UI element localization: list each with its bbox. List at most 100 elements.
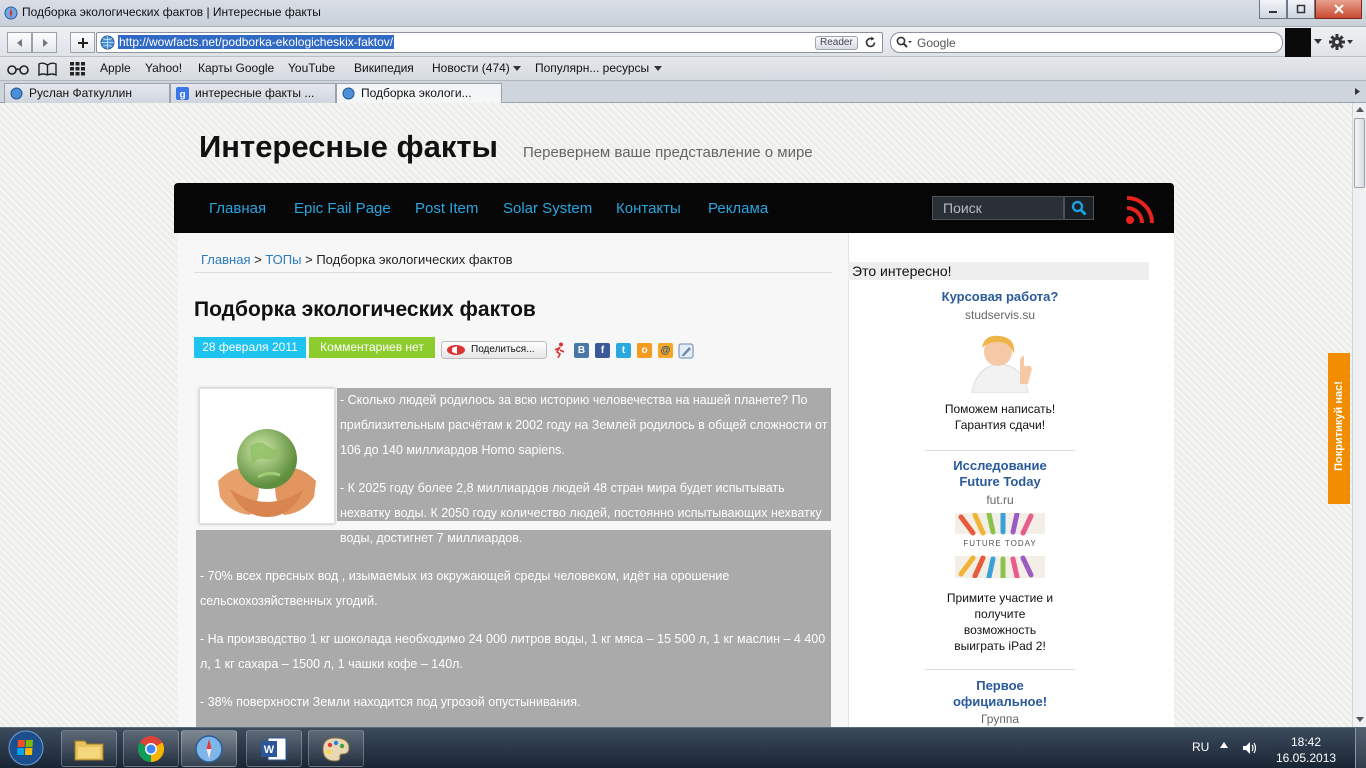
web-search-input[interactable]: Google: [890, 32, 1283, 53]
tab-google-facts[interactable]: g интересные факты ...: [170, 83, 336, 103]
start-button[interactable]: [4, 729, 48, 767]
url-text[interactable]: http://wowfacts.net/podborka-ekologiches…: [118, 35, 395, 49]
site-title[interactable]: Интересные факты: [199, 129, 498, 165]
popular-chevron-down-icon[interactable]: [654, 66, 662, 72]
nav-solar-system[interactable]: Solar System: [503, 200, 592, 217]
ad-title[interactable]: Курсовая работа?: [925, 289, 1075, 305]
comments-count-link[interactable]: Комментариев нет: [309, 337, 435, 358]
post-title: Подборка экологических фактов: [194, 298, 536, 321]
taskbar-explorer[interactable]: [61, 730, 117, 767]
bookmark-wikipedia[interactable]: Википедия: [354, 61, 414, 75]
tray-show-hidden-icon[interactable]: [1220, 742, 1228, 748]
vkontakte-icon[interactable]: B: [574, 343, 589, 358]
maximize-button[interactable]: [1287, 0, 1315, 19]
clock-time[interactable]: 18:42: [1291, 735, 1321, 749]
nav-epic-fail[interactable]: Epic Fail Page: [294, 200, 391, 217]
sidebar-ad-future-today[interactable]: Исследование Future Today fut.ru FUTURE …: [925, 458, 1075, 670]
ad-title[interactable]: Исследование Future Today: [925, 458, 1075, 490]
scroll-down-arrow-icon[interactable]: [1356, 717, 1364, 722]
breadcrumb-section[interactable]: ТОПы: [265, 252, 301, 267]
nav-post-item[interactable]: Post Item: [415, 200, 478, 217]
svg-text:W: W: [264, 744, 275, 756]
page-menu-button[interactable]: [1285, 28, 1311, 57]
bookmark-yahoo[interactable]: Yahoo!: [145, 61, 182, 75]
post-paragraph-part: - К 2025 году более 2,8 миллиардов людей…: [340, 476, 828, 551]
volume-icon[interactable]: [1242, 741, 1258, 755]
globe-icon: [10, 87, 23, 100]
breadcrumb-home[interactable]: Главная: [201, 252, 250, 267]
word-icon: W: [260, 736, 288, 762]
facebook-icon[interactable]: f: [595, 343, 610, 358]
address-bar[interactable]: http://wowfacts.net/podborka-ekologiches…: [96, 32, 883, 53]
feedback-tab-label: Покритикуй нас!: [1333, 381, 1345, 471]
livejournal-pen-icon[interactable]: [678, 343, 694, 359]
settings-gear-icon[interactable]: [1328, 33, 1354, 51]
bookmark-news-folder[interactable]: Новости (474): [432, 61, 510, 75]
sidebar-ad-first-official[interactable]: Первое официальное! Группа: [925, 678, 1075, 727]
twitter-icon[interactable]: t: [616, 343, 631, 358]
tab-active-eco-facts[interactable]: Подборка экологи...: [336, 83, 502, 104]
taskbar-paint[interactable]: [308, 730, 364, 767]
nav-ads[interactable]: Реклама: [708, 200, 768, 217]
breadcrumb-divider: [194, 272, 832, 273]
ad-title[interactable]: Первое официальное!: [925, 678, 1075, 710]
bookmark-youtube[interactable]: YouTube: [288, 61, 335, 75]
minimize-button[interactable]: [1259, 0, 1287, 19]
rss-icon[interactable]: [1125, 195, 1155, 225]
reading-list-icon[interactable]: [7, 63, 29, 75]
breadcrumb: Главная > ТОПы > Подборка экологических …: [201, 252, 513, 267]
window-titlebar: Подборка экологических фактов | Интересн…: [0, 0, 1366, 27]
nav-home[interactable]: Главная: [209, 200, 266, 217]
tab-bar: Руслан Фаткуллин g интересные факты ... …: [0, 81, 1366, 104]
scroll-up-arrow-icon[interactable]: [1356, 107, 1364, 112]
share-label: Поделиться...: [471, 344, 535, 355]
safari-compass-icon: [4, 6, 18, 20]
share-runner-icon[interactable]: [553, 342, 567, 358]
share-megaphone-icon: [446, 344, 466, 356]
site-search-input[interactable]: Поиск: [932, 196, 1064, 220]
mail-ru-icon[interactable]: @: [658, 343, 673, 358]
ad-image-caption: FUTURE TODAY: [963, 539, 1037, 548]
globe-icon: [342, 87, 355, 100]
clock-date[interactable]: 16.05.2013: [1276, 751, 1336, 765]
ad-source: studservis.su: [964, 308, 1036, 322]
tab-label: Подборка экологи...: [361, 86, 472, 100]
share-button[interactable]: Поделиться...: [441, 341, 547, 359]
page-menu-arrow-icon[interactable]: [1314, 39, 1322, 45]
taskbar-word[interactable]: W: [246, 730, 302, 767]
top-sites-grid-icon[interactable]: [70, 62, 85, 76]
tab-label: Руслан Фаткуллин: [29, 86, 132, 100]
sidebar-heading: Это интересно!: [848, 262, 1149, 280]
site-search-button[interactable]: [1064, 196, 1094, 220]
safari-compass-icon: [195, 734, 223, 763]
forward-button[interactable]: [32, 32, 57, 53]
odnoklassniki-icon[interactable]: o: [637, 343, 652, 358]
sidebar-ad-coursework[interactable]: Курсовая работа? studservis.su Поможем н…: [925, 287, 1075, 451]
google-g-icon: g: [176, 87, 189, 100]
close-window-button[interactable]: [1315, 0, 1362, 19]
post-paragraph: - 38% поверхности Земли находится под уг…: [200, 695, 581, 709]
nav-contacts[interactable]: Контакты: [616, 200, 681, 217]
back-button[interactable]: [7, 32, 32, 53]
reload-icon[interactable]: [864, 36, 877, 49]
show-desktop-button[interactable]: [1355, 728, 1366, 768]
scrollbar-thumb[interactable]: [1354, 118, 1365, 188]
reader-button[interactable]: Reader: [815, 36, 858, 50]
bookmark-popular-folder[interactable]: Популярн... ресурсы: [535, 61, 649, 75]
new-tab-button[interactable]: [70, 32, 95, 53]
ad-source: fut.ru: [986, 493, 1014, 507]
taskbar-chrome[interactable]: [123, 730, 179, 767]
tab-overflow-chevron-icon[interactable]: [1354, 88, 1361, 95]
language-indicator[interactable]: RU: [1192, 740, 1209, 754]
bookmark-google-maps[interactable]: Карты Google: [198, 61, 274, 75]
ad-source: Группа: [980, 712, 1020, 726]
bookmark-apple[interactable]: Apple: [100, 61, 131, 75]
post-paragraph: - На производство 1 кг шоколада необходи…: [200, 632, 826, 671]
news-chevron-down-icon[interactable]: [513, 66, 521, 72]
window-title: Подборка экологических фактов | Интересн…: [22, 5, 321, 19]
bookmarks-book-icon[interactable]: [38, 62, 57, 76]
feedback-tab[interactable]: Покритикуй нас!: [1328, 353, 1350, 504]
page-scrollbar[interactable]: [1352, 103, 1366, 727]
taskbar-safari-active[interactable]: [181, 730, 237, 767]
tab-ruslan[interactable]: Руслан Фаткуллин: [4, 83, 170, 103]
